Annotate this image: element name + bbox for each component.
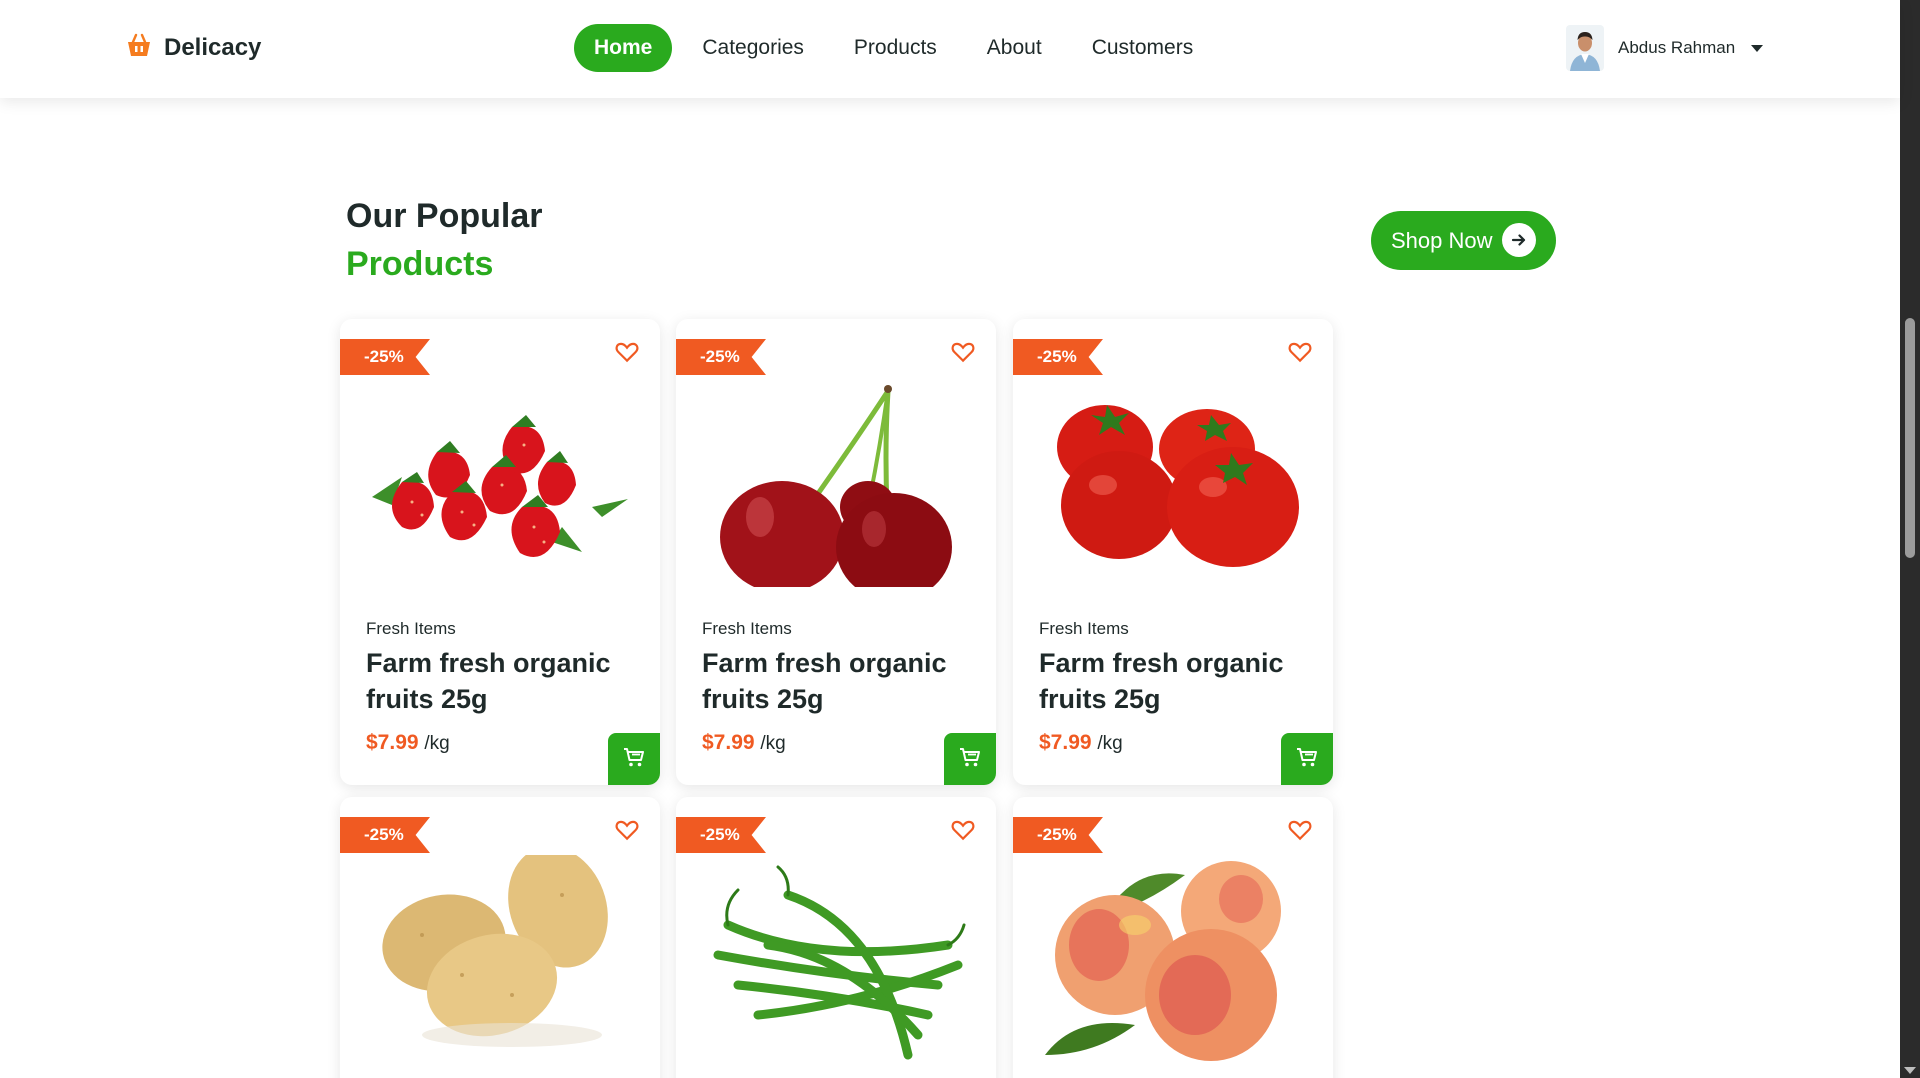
nav-customers[interactable]: Customers [1072,24,1214,72]
scrollbar-thumb[interactable] [1905,318,1915,558]
product-category: Fresh Items [1039,619,1129,638]
section-heading: Our Popular Products [346,196,542,292]
user-name: Abdus Rahman [1618,38,1736,57]
peaches-image [1045,861,1281,1061]
discount-badge: -25% [340,817,430,853]
price-row: $7.99 /kg [366,731,450,755]
discount-badge: -25% [676,817,766,853]
heart-icon[interactable] [950,817,976,843]
discount-badge: -25% [676,339,766,375]
heart-icon[interactable] [1287,339,1313,365]
product-price: $7.99 [1039,731,1092,754]
basket-icon [126,32,152,63]
potatoes-image [382,855,608,1047]
price-row: $7.99 /kg [702,731,786,755]
arrow-right-icon [1502,223,1536,257]
product-price: $7.99 [702,731,755,754]
add-to-cart-button[interactable] [944,733,996,785]
avatar [1566,25,1604,71]
price-unit: /kg [424,733,450,754]
strawberries-image [372,415,628,557]
heart-icon[interactable] [614,817,640,843]
green-chillies-image [713,865,966,1060]
heart-icon[interactable] [614,339,640,365]
cart-icon [622,745,646,774]
tomatoes-image [1057,405,1299,567]
product-card[interactable]: -25% [1013,797,1333,1078]
cart-icon [958,745,982,774]
product-category: Fresh Items [702,619,792,638]
product-card[interactable]: -25% Fresh Items Farm fresh organic frui… [1013,319,1333,785]
discount-badge: -25% [1013,817,1103,853]
cart-icon [1295,745,1319,774]
top-navbar: Delicacy Home Categories Products About … [0,0,1900,98]
shop-now-label: Shop Now [1391,227,1493,253]
price-unit: /kg [760,733,786,754]
section-title-line1: Our Popular [346,197,543,235]
shop-now-button[interactable]: Shop Now [1371,211,1556,270]
scroll-down-arrow-icon[interactable] [1904,1067,1916,1074]
discount-badge: -25% [1013,339,1103,375]
brand[interactable]: Delicacy [126,32,261,63]
heart-icon[interactable] [1287,817,1313,843]
product-category: Fresh Items [366,619,456,638]
add-to-cart-button[interactable] [608,733,660,785]
cherries-image [720,385,952,587]
price-row: $7.99 /kg [1039,731,1123,755]
section-title-line2: Products [346,245,494,283]
product-card[interactable]: -25% Fresh Items Farm fresh organic frui… [340,319,660,785]
nav-about[interactable]: About [967,24,1062,72]
add-to-cart-button[interactable] [1281,733,1333,785]
product-card[interactable]: -25% Fresh Items Farm fresh organic frui… [676,319,996,785]
discount-badge: -25% [340,339,430,375]
product-card[interactable]: -25% [340,797,660,1078]
product-card[interactable]: -25% [676,797,996,1078]
product-name[interactable]: Farm fresh organic fruits 25g [702,645,982,717]
product-price: $7.99 [366,731,419,754]
nav-products[interactable]: Products [834,24,957,72]
brand-name: Delicacy [164,33,262,61]
scrollbar[interactable] [1900,0,1920,1078]
user-menu[interactable]: Abdus Rahman [1566,24,1764,72]
price-unit: /kg [1097,733,1123,754]
nav-categories[interactable]: Categories [682,24,824,72]
nav-home[interactable]: Home [574,24,673,72]
heart-icon[interactable] [950,339,976,365]
main-nav: Home Categories Products About Customers [574,24,1223,72]
product-name[interactable]: Farm fresh organic fruits 25g [366,645,646,717]
chevron-down-icon[interactable] [1751,44,1764,52]
product-name[interactable]: Farm fresh organic fruits 25g [1039,645,1319,717]
